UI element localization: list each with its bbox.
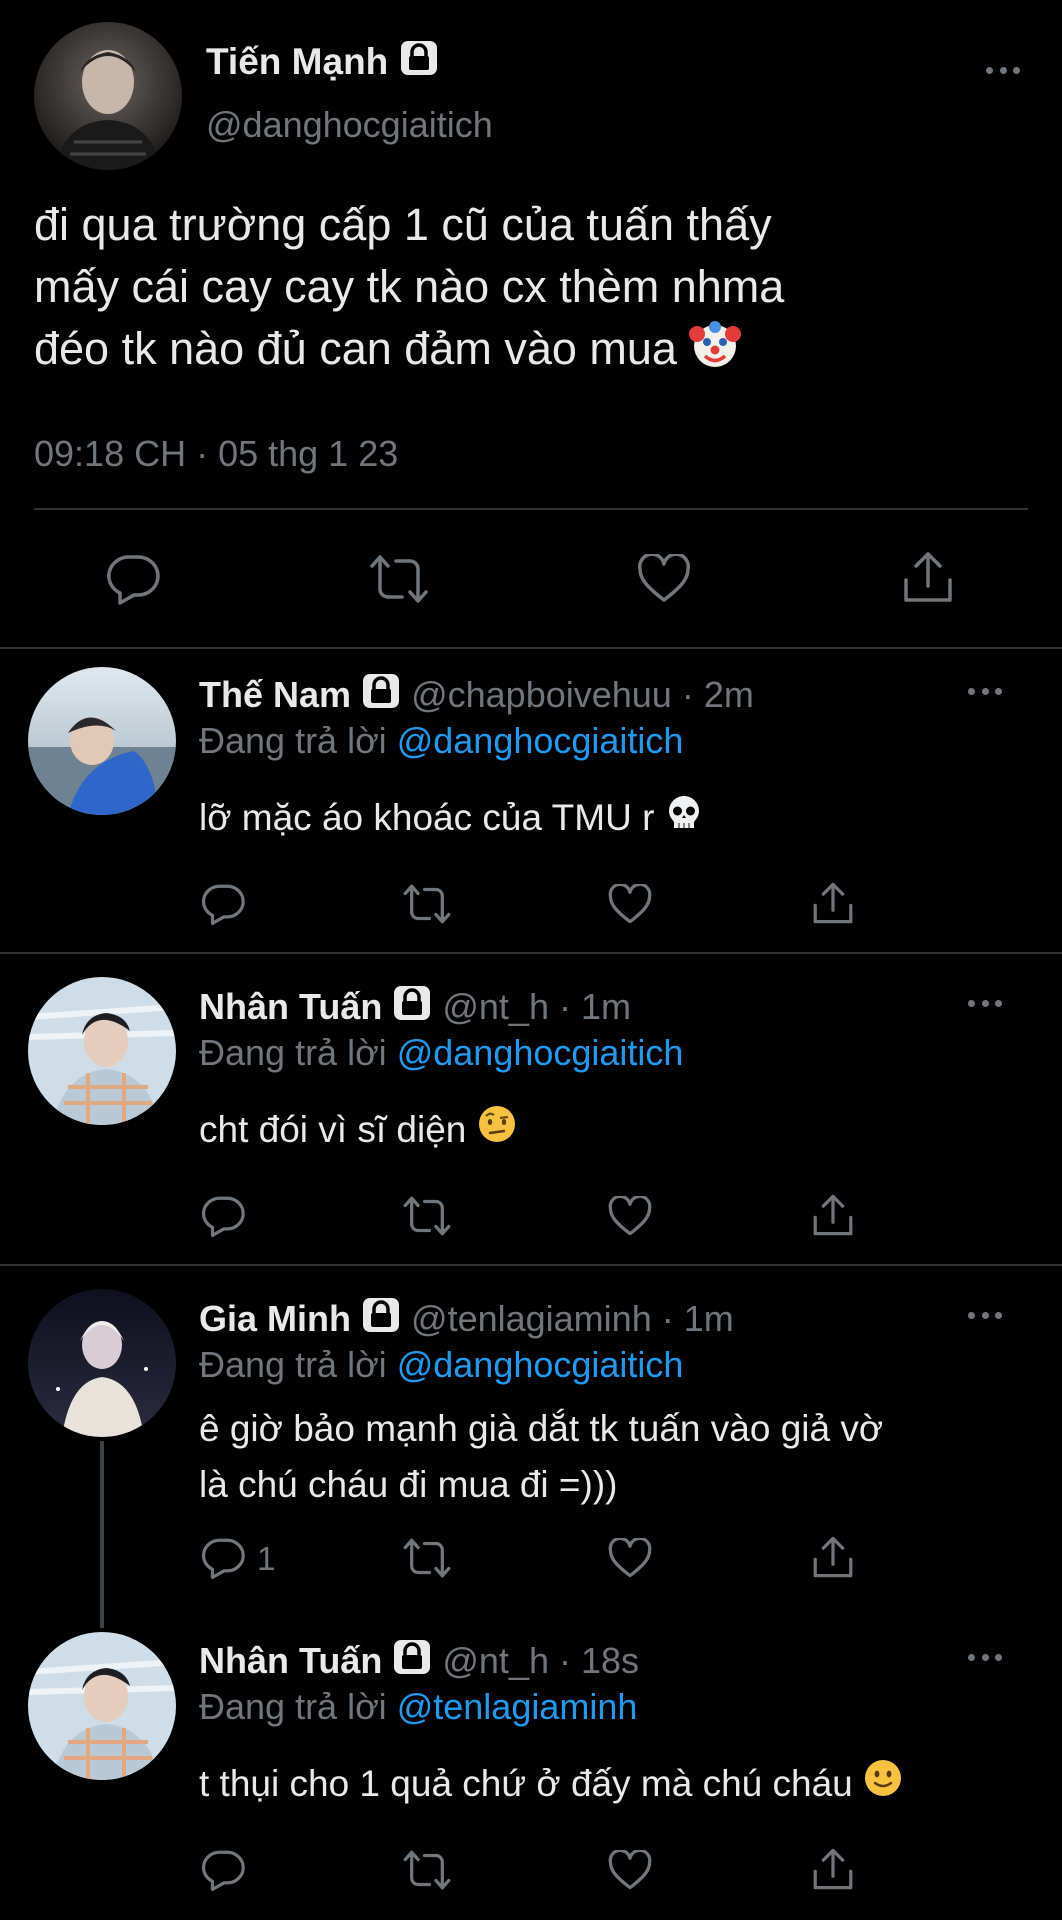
more-dots-icon[interactable] xyxy=(968,1309,1002,1321)
lock-icon xyxy=(392,985,432,1030)
tweet-text-line: đi qua trường cấp 1 cũ của tuấn thấy xyxy=(34,199,772,250)
share-icon[interactable] xyxy=(812,1535,854,1579)
speech-bubble-icon[interactable] xyxy=(201,1195,245,1237)
display-name[interactable]: Thế Nam xyxy=(199,674,351,715)
share-icon[interactable] xyxy=(812,1193,854,1237)
avatar[interactable] xyxy=(28,977,176,1125)
heart-icon[interactable] xyxy=(608,1538,652,1579)
heart-icon[interactable] xyxy=(608,884,652,925)
skull-emoji-icon xyxy=(665,792,703,848)
face-with-raised-eyebrow-emoji-icon xyxy=(477,1104,517,1160)
retweet-icon[interactable] xyxy=(402,1849,452,1891)
timestamp[interactable]: 09:18 CH · 05 thg 1 23 xyxy=(34,433,398,475)
divider xyxy=(0,1264,1062,1266)
avatar[interactable] xyxy=(34,22,182,170)
retweet-icon[interactable] xyxy=(402,1195,452,1237)
retweet-icon[interactable] xyxy=(368,553,430,605)
more-dots-icon[interactable] xyxy=(968,997,1002,1009)
replying-to-label: Đang trả lời xyxy=(199,720,387,761)
speech-bubble-icon[interactable] xyxy=(201,1849,245,1891)
retweet-icon[interactable] xyxy=(402,1537,452,1579)
tweet-text: ê giờ bảo mạnh già dắt tk tuấn vào giả v… xyxy=(199,1401,883,1513)
tweet-text-line: t thụi cho 1 quả chứ ở đấy mà chú cháu xyxy=(199,1763,853,1804)
relative-time[interactable]: · 18s xyxy=(559,1640,639,1681)
tweet-text-line: đéo tk nào đủ can đảm vào mua xyxy=(34,323,677,374)
tweet-text-line: cht đói vì sĩ diện xyxy=(199,1109,467,1150)
divider xyxy=(34,508,1028,510)
heart-icon[interactable] xyxy=(637,554,691,604)
replying-to-label: Đang trả lời xyxy=(199,1032,387,1073)
share-icon[interactable] xyxy=(902,550,954,604)
avatar[interactable] xyxy=(28,1632,176,1780)
display-name[interactable]: Nhân Tuấn xyxy=(199,986,382,1027)
lock-icon xyxy=(361,1297,401,1342)
share-icon[interactable] xyxy=(812,881,854,925)
replying-to-label: Đang trả lời xyxy=(199,1686,387,1727)
more-dots-icon[interactable] xyxy=(968,685,1002,697)
heart-icon[interactable] xyxy=(608,1196,652,1237)
divider xyxy=(0,647,1062,649)
avatar[interactable] xyxy=(28,667,176,815)
clown-face-emoji-icon xyxy=(689,318,742,386)
handle[interactable]: @nt_h xyxy=(442,1640,549,1681)
tweet-text: đi qua trường cấp 1 cũ của tuấn thấy mấy… xyxy=(34,194,784,386)
tweet-text: t thụi cho 1 quả chứ ở đấy mà chú cháu xyxy=(199,1756,903,1814)
replying-to-handle[interactable]: @danghocgiaitich xyxy=(397,1032,684,1073)
speech-bubble-icon[interactable] xyxy=(201,1537,245,1579)
tweet-text-line: mấy cái cay cay tk nào cx thèm nhma xyxy=(34,261,785,312)
display-name[interactable]: Nhân Tuấn xyxy=(199,1640,382,1681)
handle[interactable]: @danghocgiaitich xyxy=(206,104,493,146)
handle[interactable]: @tenlagiaminh xyxy=(411,1298,652,1339)
display-name[interactable]: Gia Minh xyxy=(199,1298,351,1339)
lock-icon xyxy=(399,40,439,85)
speech-bubble-icon[interactable] xyxy=(106,553,160,605)
tweet-text: cht đói vì sĩ diện xyxy=(199,1102,517,1160)
display-name[interactable]: Tiến Mạnh xyxy=(206,41,388,82)
relative-time[interactable]: · 2m xyxy=(682,674,754,715)
replying-to-label: Đang trả lời xyxy=(199,1344,387,1385)
divider xyxy=(0,952,1062,954)
more-dots-icon[interactable] xyxy=(986,64,1020,76)
retweet-icon[interactable] xyxy=(402,883,452,925)
reply-count: 1 xyxy=(257,1540,276,1577)
tweet-text-line: là chú cháu đi mua đi =))) xyxy=(199,1464,618,1505)
lock-icon xyxy=(361,673,401,718)
replying-to-handle[interactable]: @danghocgiaitich xyxy=(397,1344,684,1385)
tweet-text-line: lỡ mặc áo khoác của TMU r xyxy=(199,797,655,838)
more-dots-icon[interactable] xyxy=(968,1651,1002,1663)
thread-connector xyxy=(100,1441,104,1628)
speech-bubble-icon[interactable] xyxy=(201,883,245,925)
handle[interactable]: @chapboivehuu xyxy=(411,674,672,715)
share-icon[interactable] xyxy=(812,1847,854,1891)
avatar[interactable] xyxy=(28,1289,176,1437)
tweet-text-line: ê giờ bảo mạnh già dắt tk tuấn vào giả v… xyxy=(199,1408,884,1449)
lock-icon xyxy=(392,1639,432,1684)
slightly-smiling-face-emoji-icon xyxy=(863,1758,903,1814)
relative-time[interactable]: · 1m xyxy=(662,1298,734,1339)
replying-to-handle[interactable]: @tenlagiaminh xyxy=(397,1686,638,1727)
relative-time[interactable]: · 1m xyxy=(559,986,631,1027)
heart-icon[interactable] xyxy=(608,1850,652,1891)
handle[interactable]: @nt_h xyxy=(442,986,549,1027)
tweet-text: lỡ mặc áo khoác của TMU r xyxy=(199,790,703,848)
replying-to-handle[interactable]: @danghocgiaitich xyxy=(397,720,684,761)
